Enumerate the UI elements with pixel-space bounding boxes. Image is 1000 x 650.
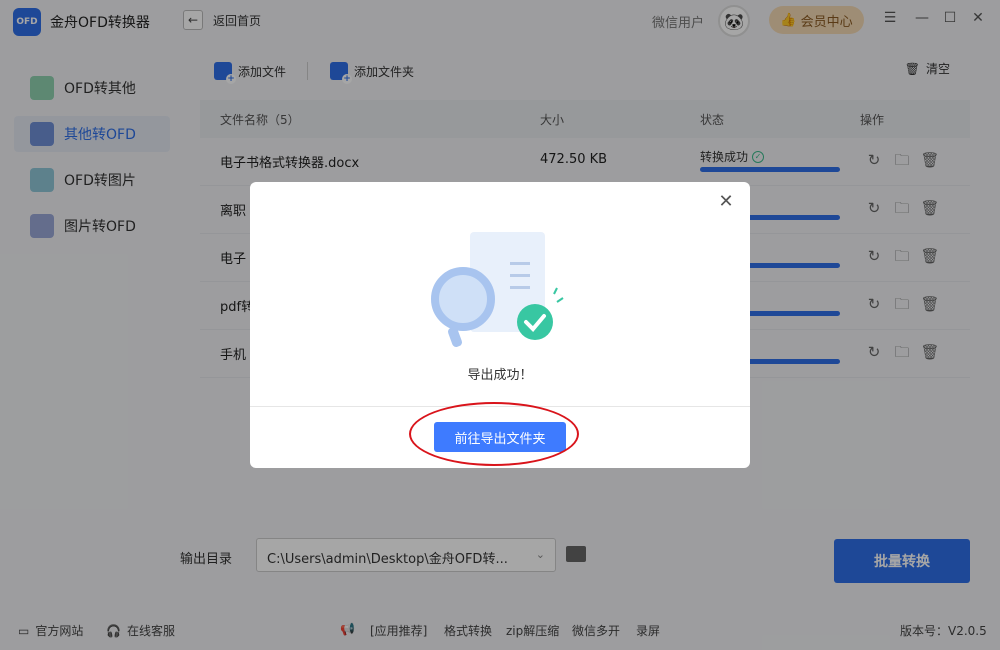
highlight-annotation bbox=[409, 402, 579, 466]
close-icon[interactable]: ✕ bbox=[716, 192, 736, 212]
modal-message: 导出成功！ bbox=[467, 368, 533, 383]
success-illustration-icon bbox=[431, 232, 564, 347]
